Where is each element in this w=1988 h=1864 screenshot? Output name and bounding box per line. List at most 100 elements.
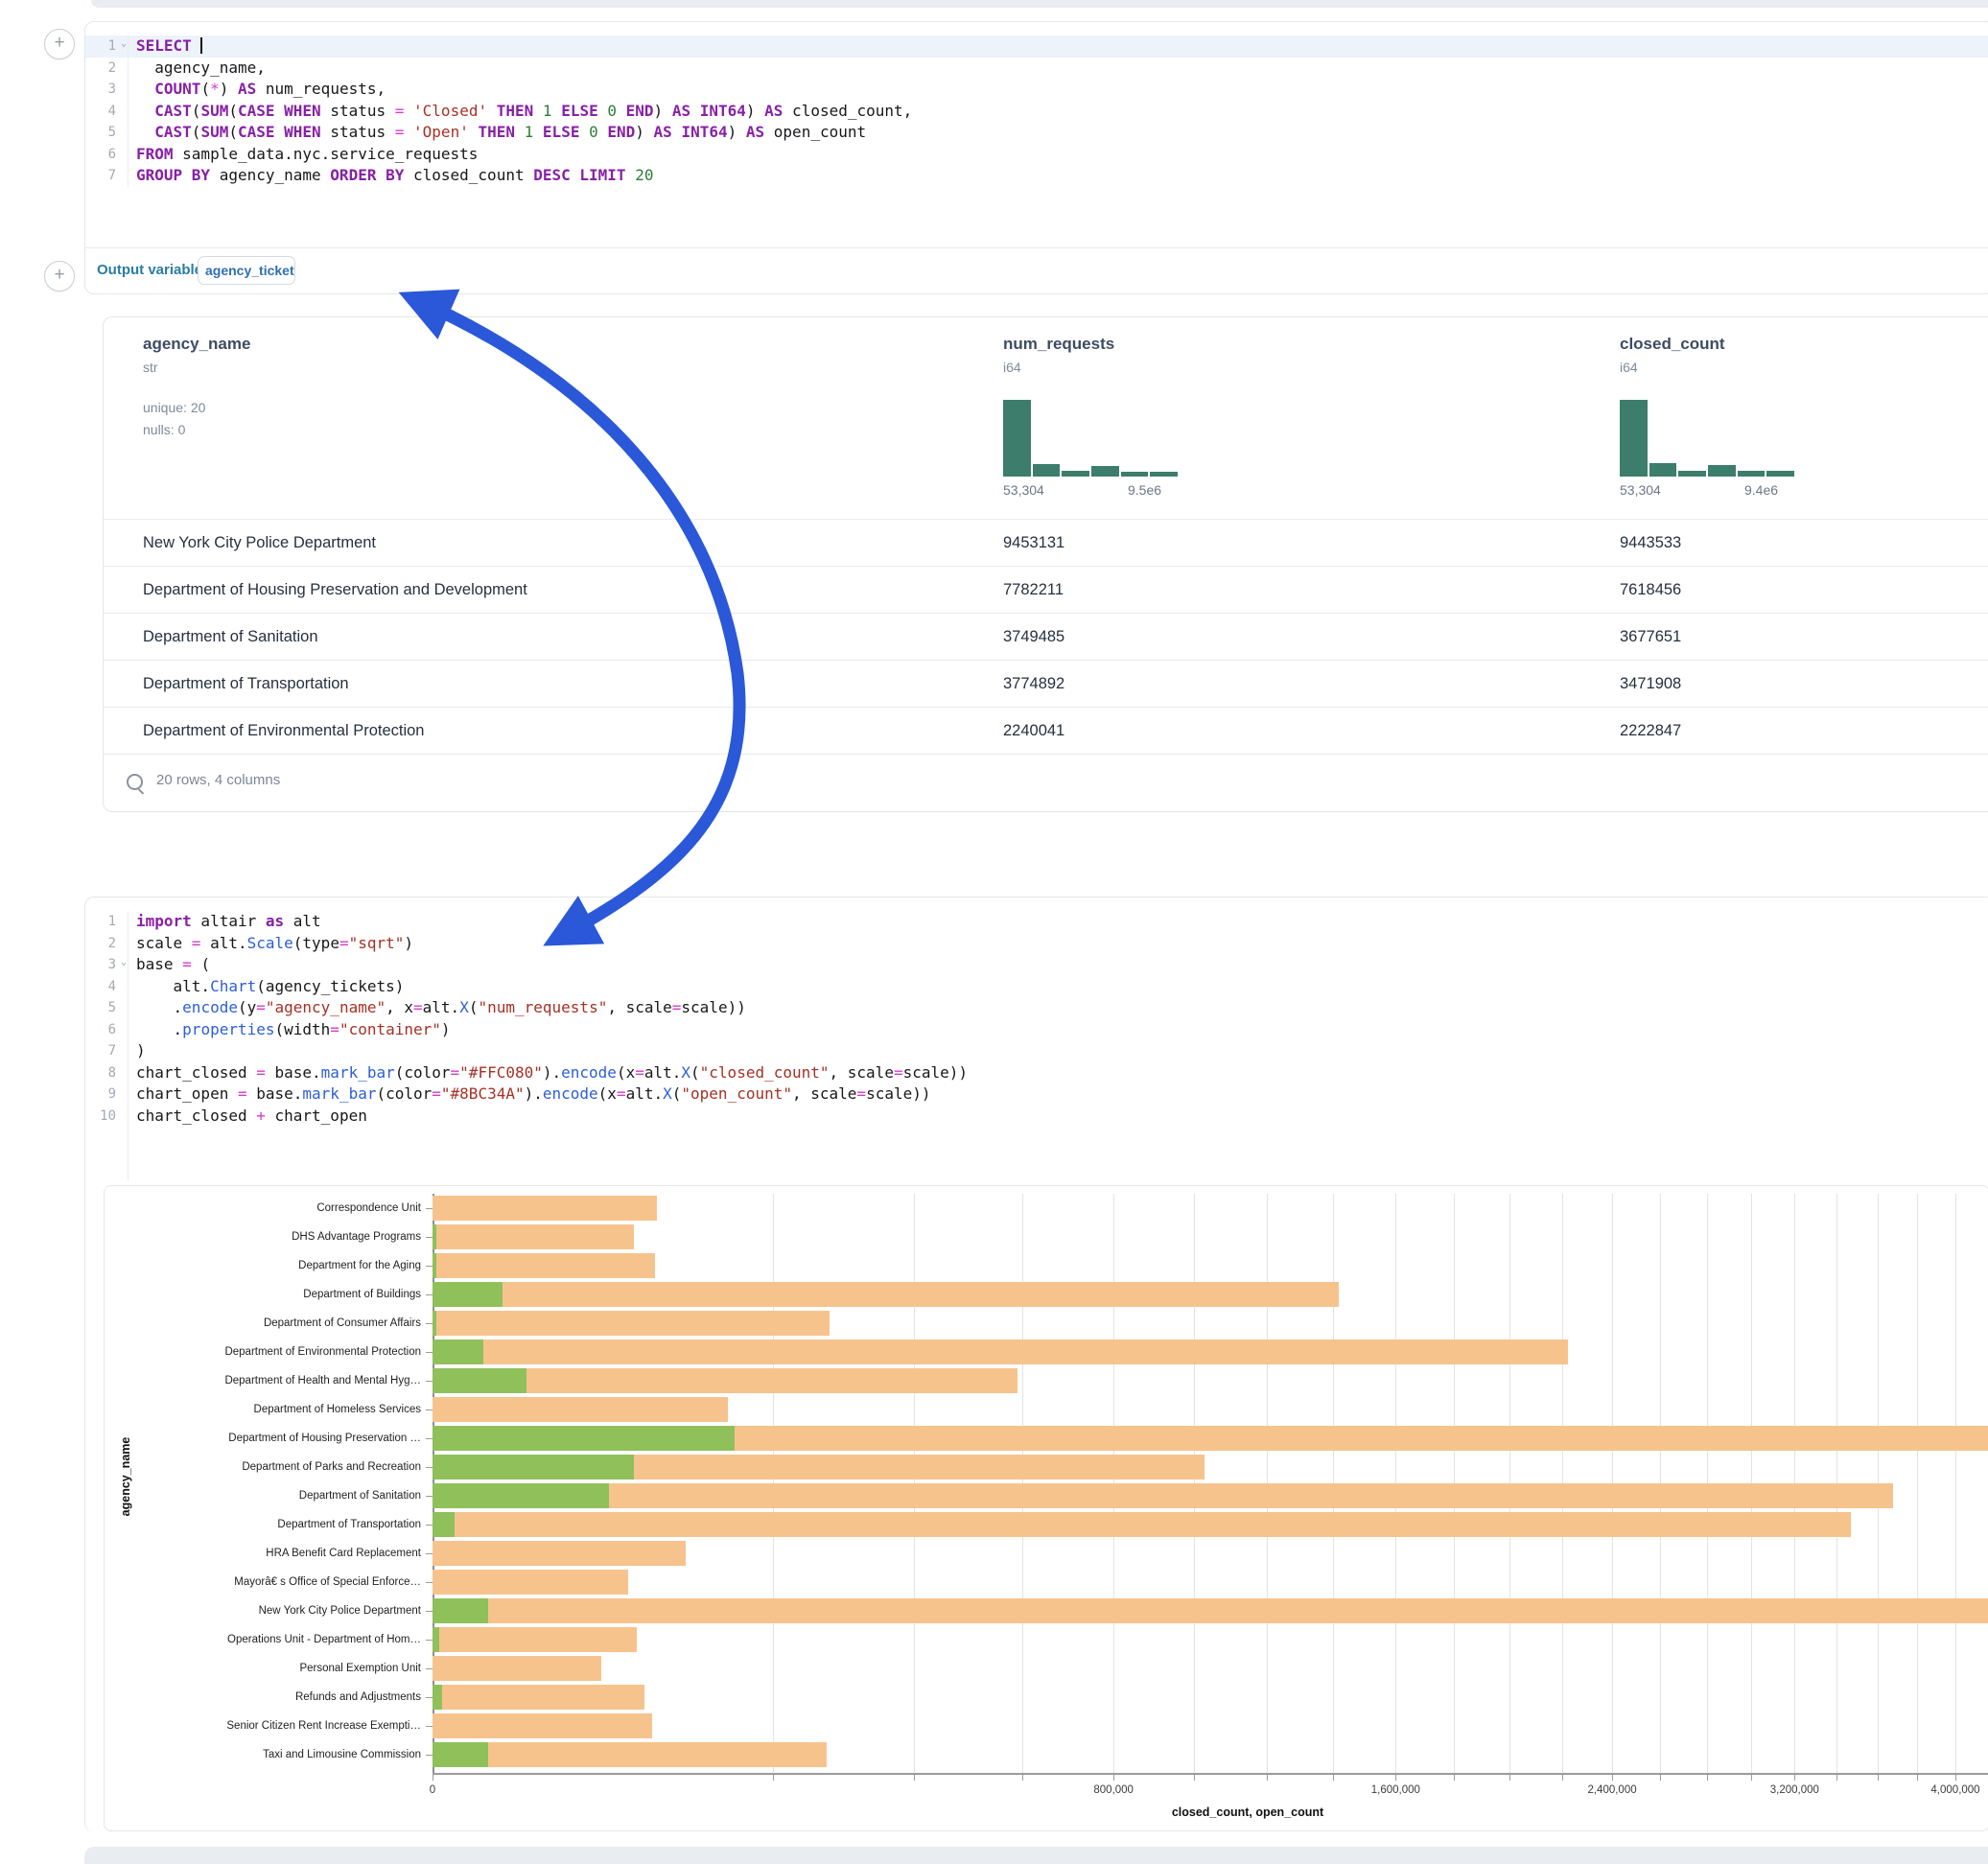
- table-output: agency_namestrunique: 20nulls: 0num_requ…: [103, 316, 1988, 812]
- y-axis-label: Department of Parks and Recreation: [105, 1461, 421, 1473]
- table-cell: 7618456: [1620, 567, 1681, 614]
- code-line[interactable]: CAST(SUM(CASE WHEN status = 'Open' THEN …: [129, 122, 1988, 144]
- line-number[interactable]: 10: [85, 1106, 128, 1128]
- chart-bar-open: [433, 1311, 436, 1336]
- x-axis-tick-label: 800,000: [1093, 1784, 1134, 1796]
- fold-caret-icon[interactable]: ⌄: [117, 952, 127, 974]
- code-line[interactable]: .encode(y="agency_name", x=alt.X("num_re…: [129, 997, 1988, 1019]
- line-number[interactable]: 1⌄: [85, 35, 128, 58]
- y-axis-tick: [426, 1697, 433, 1698]
- y-axis-tick: [426, 1553, 433, 1554]
- output-variable-label: Output variable:: [97, 262, 207, 278]
- line-number[interactable]: 7: [85, 165, 128, 187]
- line-number[interactable]: 1: [85, 911, 128, 933]
- column-histogram: [1003, 400, 1178, 477]
- line-number[interactable]: 3⌄: [85, 954, 128, 976]
- line-number[interactable]: 9: [85, 1083, 128, 1106]
- output-variable-row: Output variable: agency_tickets: [85, 247, 1988, 293]
- table-row[interactable]: Department of Housing Preservation and D…: [104, 566, 1988, 614]
- code-line[interactable]: SELECT: [129, 35, 1988, 58]
- chart-bar-open: [433, 1598, 488, 1623]
- code-line[interactable]: ): [129, 1040, 1988, 1062]
- line-number[interactable]: 6: [85, 144, 128, 166]
- sql-editor[interactable]: SELECT agency_name, COUNT(*) AS num_requ…: [128, 35, 1988, 187]
- y-axis-tick: [426, 1438, 433, 1439]
- chart-bar-open: [433, 1426, 735, 1451]
- line-number[interactable]: 2: [85, 933, 128, 955]
- code-line[interactable]: chart_open = base.mark_bar(color="#8BC34…: [129, 1083, 1988, 1106]
- code-line[interactable]: scale = alt.Scale(type="sqrt"): [129, 933, 1988, 955]
- code-line[interactable]: alt.Chart(agency_tickets): [129, 976, 1988, 998]
- column-name: agency_name: [143, 335, 250, 354]
- chart-bar-closed: [433, 1570, 628, 1595]
- line-number[interactable]: 4: [85, 101, 128, 123]
- y-axis-label: HRA Benefit Card Replacement: [105, 1548, 421, 1559]
- y-axis-tick: [426, 1237, 433, 1238]
- chart-bar-closed: [433, 1742, 827, 1767]
- x-axis-tick: [773, 1775, 774, 1781]
- line-number[interactable]: 4: [85, 976, 128, 998]
- x-axis-tick: [914, 1775, 915, 1781]
- add-cell-button[interactable]: +: [44, 29, 75, 59]
- add-cell-button[interactable]: +: [44, 261, 75, 291]
- chart-bar-closed: [433, 1340, 1568, 1364]
- y-axis-label: Department of Health and Mental Hyg…: [105, 1375, 421, 1386]
- chart-bar-closed: [433, 1282, 1339, 1307]
- line-number[interactable]: 5: [85, 997, 128, 1019]
- previous-cell-edge: [91, 0, 1988, 8]
- python-editor[interactable]: import altair as altscale = alt.Scale(ty…: [128, 911, 1988, 1180]
- y-axis-title: agency_name: [119, 1429, 132, 1525]
- code-line[interactable]: chart_closed = base.mark_bar(color="#FFC…: [129, 1062, 1988, 1084]
- table-cell: Department of Environmental Protection: [143, 708, 424, 755]
- x-axis-tick: [1794, 1775, 1795, 1781]
- x-axis-tick: [1562, 1775, 1563, 1781]
- table-cell: Department of Transportation: [143, 661, 349, 708]
- x-axis-title: closed_count, open_count: [1172, 1806, 1323, 1819]
- code-line[interactable]: .properties(width="container"): [129, 1019, 1988, 1041]
- code-line[interactable]: base = (: [129, 954, 1988, 976]
- chart-bar-open: [433, 1340, 483, 1364]
- table-row[interactable]: Department of Environmental Protection22…: [104, 707, 1988, 755]
- code-line[interactable]: CAST(SUM(CASE WHEN status = 'Closed' THE…: [129, 101, 1988, 123]
- chart-bar-closed: [433, 1512, 1851, 1537]
- y-axis-label: New York City Police Department: [105, 1605, 421, 1617]
- code-line[interactable]: chart_closed + chart_open: [129, 1106, 1988, 1128]
- table-cell: 9453131: [1003, 520, 1064, 567]
- line-number[interactable]: 5: [85, 122, 128, 144]
- next-cell-edge: [84, 1847, 1988, 1864]
- output-variable-pill[interactable]: agency_tickets: [198, 256, 295, 285]
- line-number[interactable]: 2: [85, 58, 128, 80]
- table-row[interactable]: New York City Police Department945313194…: [104, 519, 1988, 567]
- code-line[interactable]: COUNT(*) AS num_requests,: [129, 79, 1988, 101]
- code-line[interactable]: import altair as alt: [129, 911, 1988, 933]
- text-cursor: [200, 37, 202, 54]
- histogram-min-label: 53,304: [1003, 482, 1044, 498]
- y-axis-label: Department of Environmental Protection: [105, 1346, 421, 1358]
- y-axis-tick: [426, 1726, 433, 1727]
- search-icon[interactable]: [127, 774, 143, 790]
- chart-bar-closed: [433, 1483, 1893, 1508]
- code-line[interactable]: FROM sample_data.nyc.service_requests: [129, 144, 1988, 166]
- fold-caret-icon[interactable]: ⌄: [117, 34, 127, 56]
- x-axis-tick: [1751, 1775, 1752, 1781]
- line-number[interactable]: 3: [85, 79, 128, 101]
- line-number[interactable]: 7: [85, 1040, 128, 1062]
- chart-bar-closed: [433, 1311, 830, 1336]
- y-axis-label: Taxi and Limousine Commission: [105, 1749, 421, 1760]
- table-row[interactable]: Department of Transportation377489234719…: [104, 660, 1988, 708]
- y-axis-label: Operations Unit - Department of Hom…: [105, 1634, 421, 1645]
- y-axis-tick: [426, 1381, 433, 1382]
- x-axis-tick: [1395, 1775, 1396, 1781]
- y-axis-label: Department of Buildings: [105, 1289, 421, 1300]
- y-axis-label: Department of Homeless Services: [105, 1404, 421, 1415]
- line-number[interactable]: 6: [85, 1019, 128, 1041]
- table-row[interactable]: Department of Sanitation37494853677651: [104, 613, 1988, 661]
- y-axis-tick: [426, 1323, 433, 1324]
- line-number[interactable]: 8: [85, 1062, 128, 1084]
- chart-bar-open: [433, 1483, 609, 1508]
- code-line[interactable]: agency_name,: [129, 58, 1988, 80]
- x-axis-tick-label: 0: [430, 1784, 435, 1796]
- line-number-gutter: 1⌄234567: [85, 35, 128, 187]
- code-line[interactable]: GROUP BY agency_name ORDER BY closed_cou…: [129, 165, 1988, 187]
- table-cell: 7782211: [1003, 567, 1064, 614]
